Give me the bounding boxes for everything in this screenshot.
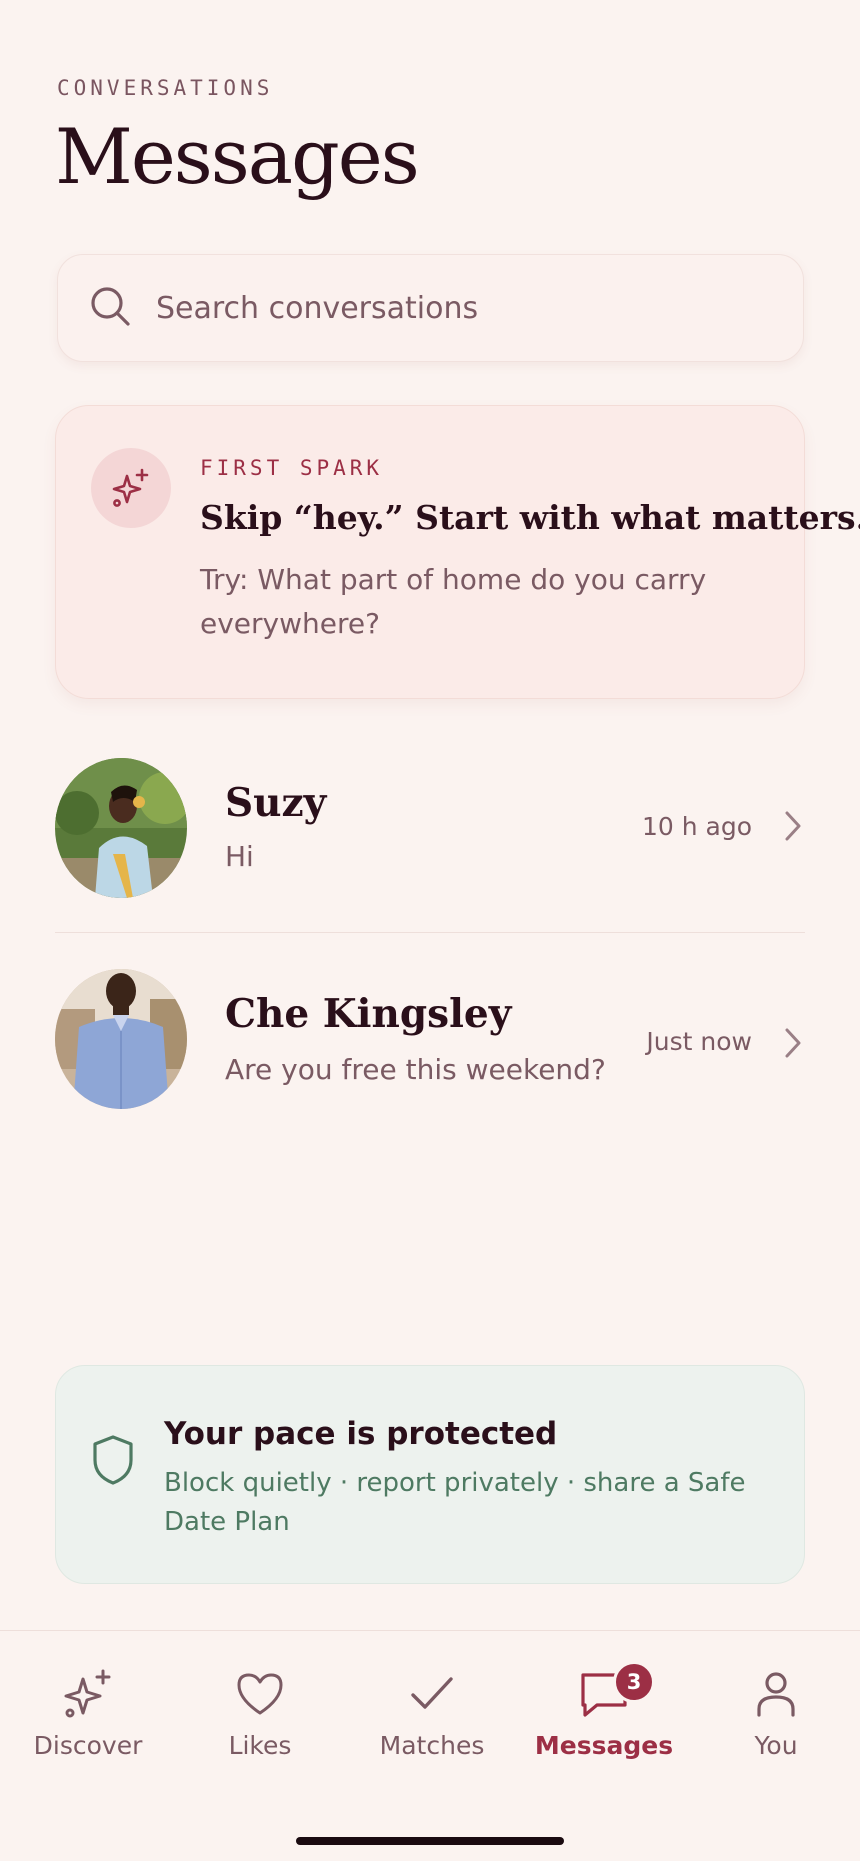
sparkle-icon (91, 448, 171, 528)
conversation-time: Just now (646, 1027, 752, 1056)
avatar (55, 758, 187, 898)
page-title: Messages (55, 112, 420, 201)
chevron-right-icon (785, 811, 801, 841)
conversation-name: Che Kingsley (225, 991, 512, 1037)
tab-label: You (754, 1731, 798, 1760)
tab-likes[interactable]: Likes (175, 1667, 345, 1777)
first-spark-card: FIRST SPARK Skip “hey.” Start with what … (55, 405, 860, 699)
list-divider (55, 932, 805, 933)
search-input[interactable]: Search conversations (57, 254, 804, 362)
bottom-tab-bar: Discover Likes Matches 3 Messages You (0, 1630, 860, 1861)
sparkle-icon (64, 1669, 111, 1718)
chevron-right-icon (785, 1028, 801, 1058)
conversation-time: 10 h ago (641, 812, 752, 841)
spark-prompt: Try: What part of home do you carry ever… (200, 563, 707, 640)
home-indicator (296, 1837, 564, 1845)
tab-discover[interactable]: Discover (3, 1667, 173, 1777)
search-icon (88, 284, 132, 332)
conversation-name: Suzy (225, 780, 327, 826)
tab-you[interactable]: You (691, 1667, 860, 1777)
check-icon (411, 1677, 453, 1709)
person-icon (757, 1672, 795, 1717)
tab-label: Discover (33, 1731, 143, 1760)
safety-card[interactable]: Your pace is protected Block quietly · r… (55, 1365, 805, 1584)
shield-icon (93, 1435, 133, 1485)
tab-label: Likes (228, 1731, 292, 1760)
conversation-row-che-kingsley[interactable]: Che Kingsley Are you free this weekend? … (55, 969, 805, 1119)
tab-label: Matches (379, 1731, 485, 1760)
tab-label: Messages (534, 1731, 674, 1760)
heart-icon (237, 1673, 283, 1715)
search-placeholder: Search conversations (156, 290, 479, 326)
conversation-preview: Are you free this weekend? (225, 1053, 606, 1086)
section-eyebrow: CONVERSATIONS (57, 76, 274, 100)
conversation-row-suzy[interactable]: Suzy Hi 10 h ago (55, 758, 805, 908)
tab-matches[interactable]: Matches (347, 1667, 517, 1777)
tab-messages[interactable]: 3 Messages (519, 1661, 689, 1777)
safety-description: Block quietly · report privately · share… (164, 1468, 746, 1537)
conversation-preview: Hi (225, 840, 254, 873)
avatar (55, 969, 187, 1109)
spark-eyebrow: FIRST SPARK (200, 456, 384, 480)
spark-title: Skip “hey.” Start with what matters. (200, 498, 860, 537)
safety-title: Your pace is protected (164, 1416, 558, 1452)
unread-badge: 3 (613, 1661, 655, 1703)
